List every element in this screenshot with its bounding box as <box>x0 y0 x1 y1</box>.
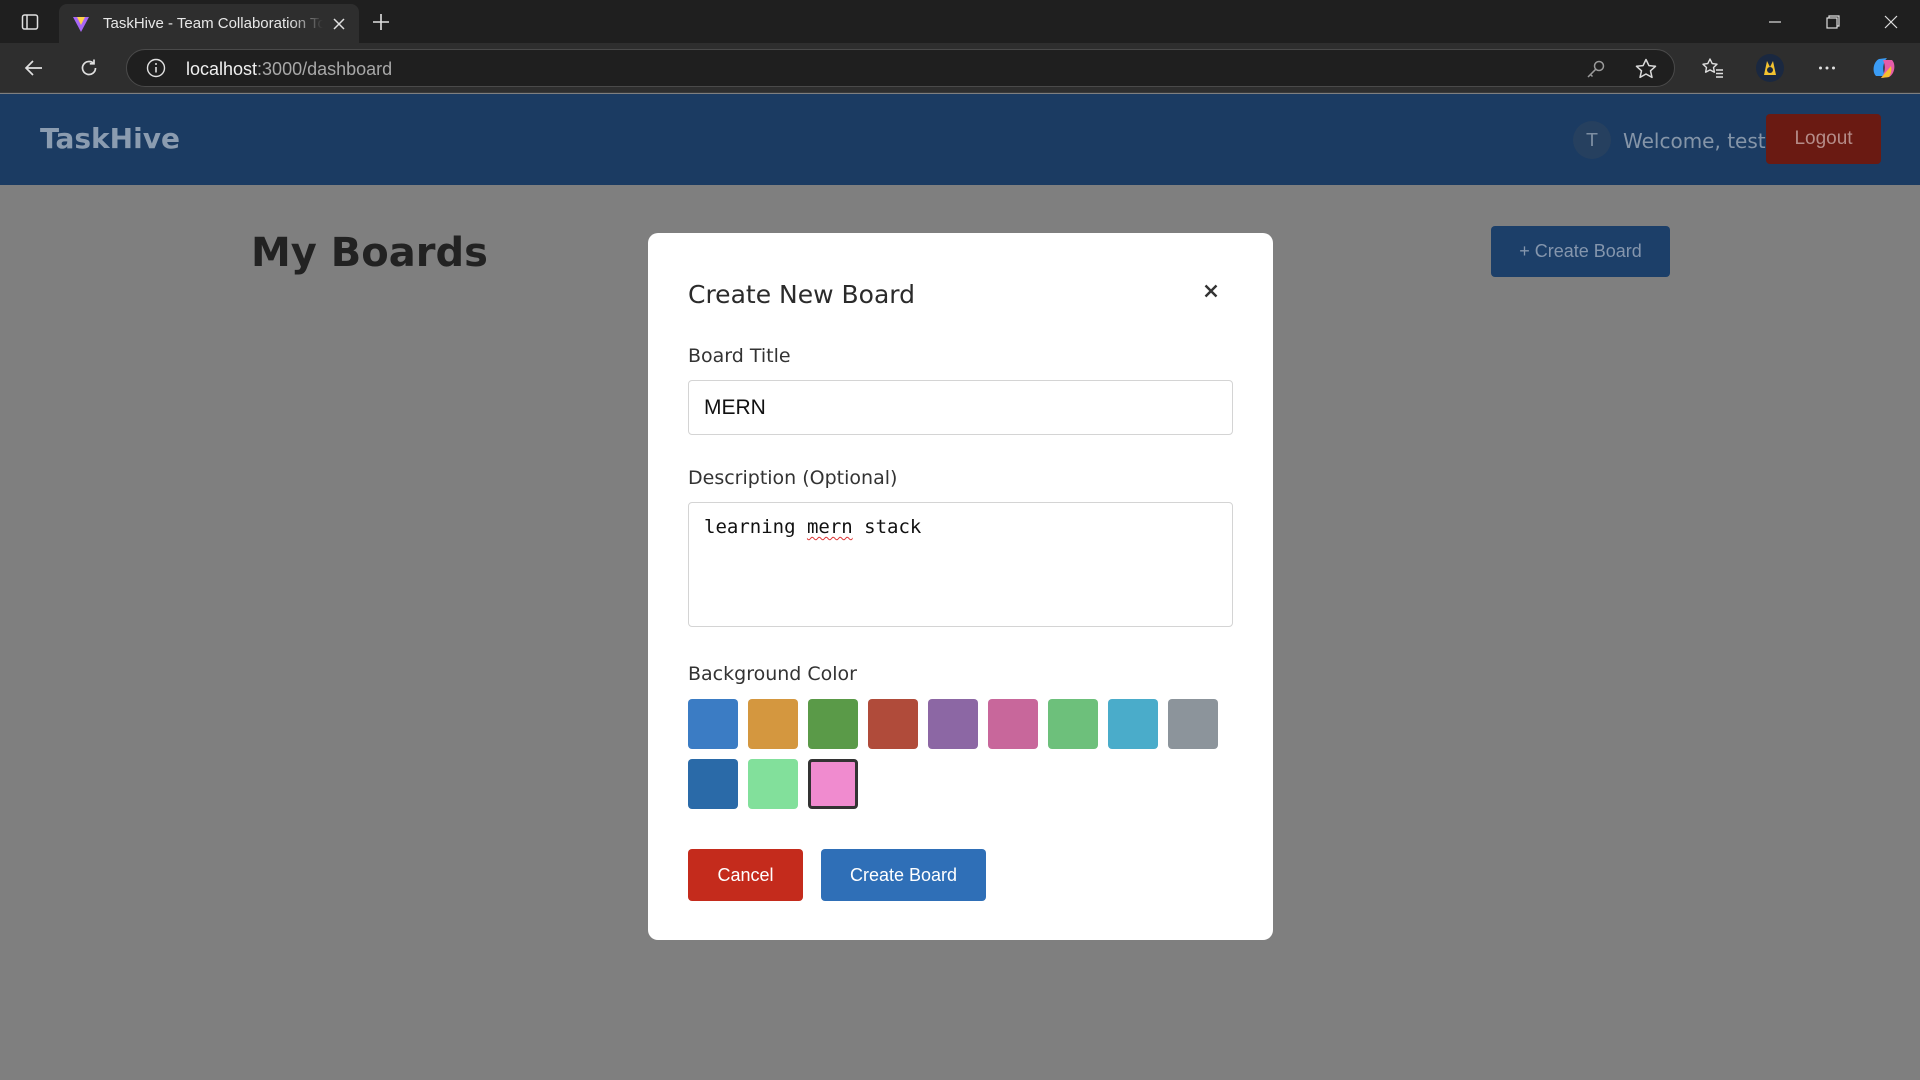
password-key-icon[interactable] <box>1585 58 1607 80</box>
more-icon[interactable] <box>1810 52 1844 84</box>
favicon-icon <box>71 14 91 34</box>
favorites-icon[interactable] <box>1696 52 1730 84</box>
color-swatch[interactable] <box>688 699 738 749</box>
description-value: learning mern stack <box>704 516 922 538</box>
background-color-label: Background Color <box>688 663 857 685</box>
favorite-star-icon[interactable] <box>1634 57 1658 81</box>
copilot-icon[interactable] <box>1867 52 1901 84</box>
page-title: My Boards <box>251 230 488 276</box>
description-label: Description (Optional) <box>688 467 898 489</box>
minimize-icon[interactable] <box>1746 0 1804 43</box>
board-title-input[interactable] <box>688 380 1233 435</box>
color-swatch[interactable] <box>1108 699 1158 749</box>
url-path: :3000/dashboard <box>257 59 393 79</box>
modal-title: Create New Board <box>688 280 915 309</box>
create-board-button[interactable]: + Create Board <box>1491 226 1670 277</box>
logout-button[interactable]: Logout <box>1766 114 1881 164</box>
color-swatch[interactable] <box>1168 699 1218 749</box>
address-bar[interactable]: localhost:3000/dashboard <box>126 49 1675 87</box>
tab-title: TaskHive - Team Collaboration Tool <box>103 15 323 32</box>
board-title-label: Board Title <box>688 345 791 367</box>
tab-close-icon[interactable] <box>329 14 349 34</box>
color-swatch[interactable] <box>748 759 798 809</box>
browser-tab[interactable]: TaskHive - Team Collaboration Tool <box>59 4 359 43</box>
color-swatch[interactable] <box>988 699 1038 749</box>
site-info-icon[interactable] <box>146 58 166 78</box>
url-host: localhost <box>186 59 258 79</box>
color-swatch[interactable] <box>1048 699 1098 749</box>
window-close-icon[interactable] <box>1862 0 1920 43</box>
close-icon[interactable] <box>1200 280 1222 302</box>
avatar: T <box>1573 121 1611 159</box>
profile-icon[interactable] <box>1753 52 1787 84</box>
color-swatch[interactable] <box>928 699 978 749</box>
tab-actions-icon[interactable] <box>14 9 46 35</box>
reload-icon[interactable] <box>72 52 106 84</box>
color-swatch[interactable] <box>808 699 858 749</box>
browser-tab-bar: TaskHive - Team Collaboration Tool <box>0 0 1920 43</box>
app-header: TaskHive T Welcome, test Logout <box>0 94 1920 185</box>
restore-icon[interactable] <box>1804 0 1862 43</box>
back-icon[interactable] <box>17 52 51 84</box>
app-logo[interactable]: TaskHive <box>40 122 180 155</box>
cancel-button[interactable]: Cancel <box>688 849 803 901</box>
create-board-submit-button[interactable]: Create Board <box>821 849 986 901</box>
new-tab-icon[interactable] <box>368 9 394 35</box>
create-board-modal: Create New Board Board Title Description… <box>648 233 1273 940</box>
browser-toolbar: localhost:3000/dashboard <box>0 43 1920 93</box>
color-swatch[interactable] <box>688 759 738 809</box>
description-text: learning mern stack <box>704 516 921 538</box>
color-swatch[interactable] <box>868 699 918 749</box>
color-swatch[interactable] <box>748 699 798 749</box>
description-textarea[interactable]: learning mern stack <box>688 502 1233 627</box>
welcome-text: Welcome, test <box>1623 129 1766 153</box>
url-text: localhost:3000/dashboard <box>186 59 392 80</box>
color-swatch[interactable] <box>808 759 858 809</box>
